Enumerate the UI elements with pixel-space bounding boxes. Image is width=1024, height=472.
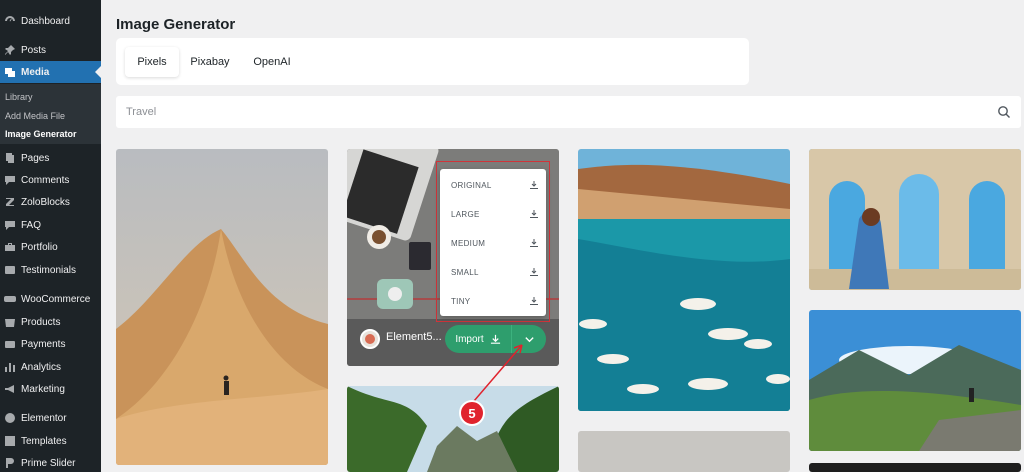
pin-icon bbox=[4, 44, 16, 56]
products-icon bbox=[4, 316, 16, 328]
download-icon bbox=[530, 210, 538, 218]
tab-pixabay[interactable]: Pixabay bbox=[184, 47, 236, 77]
testimonials-icon bbox=[4, 264, 16, 276]
comments-icon bbox=[4, 174, 16, 186]
marketing-icon bbox=[4, 383, 16, 395]
download-icon bbox=[530, 239, 538, 247]
image-name: Element5... bbox=[386, 331, 442, 343]
annotation-arrow bbox=[473, 344, 523, 402]
source-tabs: Pixels Pixabay OpenAI bbox=[116, 38, 749, 85]
sidebar-item-marketing[interactable]: Marketing bbox=[0, 378, 101, 400]
tab-pixels[interactable]: Pixels bbox=[125, 47, 179, 77]
sidebar-item-zoloblocks[interactable]: ZoloBlocks bbox=[0, 191, 101, 213]
download-icon bbox=[530, 297, 538, 305]
submenu-add-media-file[interactable]: Add Media File bbox=[5, 111, 65, 121]
pages-icon bbox=[4, 152, 16, 164]
faq-icon bbox=[4, 219, 16, 231]
media-icon bbox=[4, 66, 16, 78]
sidebar-item-posts[interactable]: Posts bbox=[0, 39, 101, 61]
size-option-large[interactable]: LARGE bbox=[451, 207, 539, 221]
download-icon bbox=[530, 181, 538, 189]
dashboard-icon bbox=[4, 15, 16, 27]
admin-sidebar: Dashboard Posts Media Library Add Media … bbox=[0, 0, 101, 472]
sidebar-item-testimonials[interactable]: Testimonials bbox=[0, 259, 101, 281]
zoloblocks-icon bbox=[4, 196, 16, 208]
prime-slider-icon bbox=[4, 457, 16, 469]
size-option-original[interactable]: ORIGINAL bbox=[451, 178, 539, 192]
sidebar-item-faq[interactable]: FAQ bbox=[0, 214, 101, 236]
portfolio-icon bbox=[4, 241, 16, 253]
sidebar-item-portfolio[interactable]: Portfolio bbox=[0, 236, 101, 258]
media-submenu: Library Add Media File Image Generator bbox=[0, 84, 101, 144]
image-placeholder[interactable] bbox=[578, 431, 790, 472]
image-mountain-hiker[interactable] bbox=[809, 310, 1021, 451]
size-option-small[interactable]: SMALL bbox=[451, 265, 539, 279]
sidebar-item-templates[interactable]: Templates bbox=[0, 430, 101, 452]
templates-icon bbox=[4, 435, 16, 447]
size-option-medium[interactable]: MEDIUM bbox=[451, 236, 539, 250]
download-icon bbox=[530, 268, 538, 276]
image-stone-arches[interactable] bbox=[809, 149, 1021, 290]
page-title: Image Generator bbox=[116, 16, 236, 33]
step-badge: 5 bbox=[459, 400, 485, 426]
image-partial[interactable] bbox=[809, 463, 1021, 472]
size-dropdown: ORIGINAL LARGE MEDIUM SMALL TINY bbox=[440, 169, 546, 316]
elementor-icon bbox=[4, 412, 16, 424]
submenu-library[interactable]: Library bbox=[5, 92, 33, 102]
sidebar-item-woocommerce[interactable]: WooCommerce bbox=[0, 288, 101, 310]
sidebar-item-analytics[interactable]: Analytics bbox=[0, 356, 101, 378]
sidebar-item-products[interactable]: Products bbox=[0, 311, 101, 333]
sidebar-item-pages[interactable]: Pages bbox=[0, 147, 101, 169]
tab-openai[interactable]: OpenAI bbox=[246, 47, 298, 77]
sidebar-item-prime-slider[interactable]: Prime Slider bbox=[0, 452, 101, 472]
search-bar bbox=[116, 96, 1021, 128]
size-option-tiny[interactable]: TINY bbox=[451, 294, 539, 308]
image-desert[interactable] bbox=[116, 149, 328, 465]
payments-icon bbox=[4, 338, 16, 350]
sidebar-item-dashboard[interactable]: Dashboard bbox=[0, 10, 101, 32]
sidebar-item-comments[interactable]: Comments bbox=[0, 169, 101, 191]
search-input[interactable] bbox=[126, 104, 986, 120]
woocommerce-icon bbox=[4, 293, 16, 305]
search-icon[interactable] bbox=[997, 105, 1011, 119]
sidebar-item-media[interactable]: Media bbox=[0, 61, 101, 83]
analytics-icon bbox=[4, 361, 16, 373]
sidebar-item-elementor[interactable]: Elementor bbox=[0, 407, 101, 429]
submenu-image-generator[interactable]: Image Generator bbox=[5, 129, 77, 139]
avatar bbox=[360, 329, 380, 349]
image-coastal-harbor[interactable] bbox=[578, 149, 790, 411]
sidebar-item-payments[interactable]: Payments bbox=[0, 333, 101, 355]
